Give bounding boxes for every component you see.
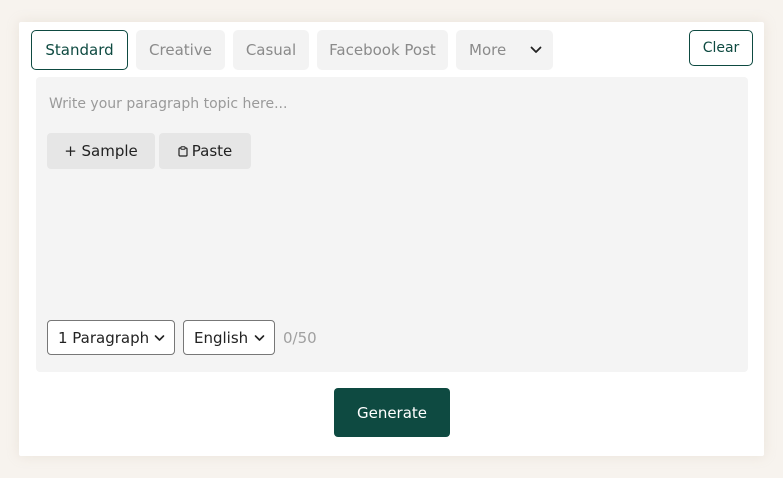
tab-label: Creative xyxy=(149,41,212,59)
tab-label: Casual xyxy=(245,41,297,59)
chevron-down-icon xyxy=(530,46,542,54)
language-value: English xyxy=(194,328,249,347)
sample-button[interactable]: + Sample xyxy=(47,133,155,169)
topic-editor[interactable]: Write your paragraph topic here... + Sam… xyxy=(36,77,748,372)
paste-button[interactable]: Paste xyxy=(159,133,251,169)
generate-button-label: Generate xyxy=(356,403,428,422)
generate-button[interactable]: Generate xyxy=(334,388,450,437)
sample-button-label: + Sample xyxy=(64,142,138,160)
character-counter: 0/50 xyxy=(283,329,317,347)
tab-facebook-post[interactable]: Facebook Post xyxy=(317,30,448,70)
clear-button[interactable]: Clear xyxy=(689,30,753,66)
paragraph-generator-card: Standard Creative Casual Facebook Post M… xyxy=(19,22,764,456)
tab-label: Facebook Post xyxy=(329,41,436,59)
tab-standard[interactable]: Standard xyxy=(31,30,128,70)
paragraph-count-select[interactable]: 1 Paragraph xyxy=(47,320,175,355)
paste-button-label: Paste xyxy=(191,142,233,160)
tab-label: More xyxy=(469,41,507,59)
clear-button-label: Clear xyxy=(702,40,740,56)
tab-more-dropdown[interactable]: More xyxy=(456,30,553,70)
tab-creative[interactable]: Creative xyxy=(136,30,225,70)
paragraph-count-value: 1 Paragraph xyxy=(58,328,150,347)
language-select[interactable]: English xyxy=(183,320,275,355)
topic-placeholder: Write your paragraph topic here... xyxy=(49,96,288,112)
tab-label: Standard xyxy=(45,41,114,59)
clipboard-icon xyxy=(178,145,188,157)
chevron-down-icon xyxy=(154,334,165,341)
tab-casual[interactable]: Casual xyxy=(233,30,309,70)
chevron-down-icon xyxy=(254,334,265,341)
